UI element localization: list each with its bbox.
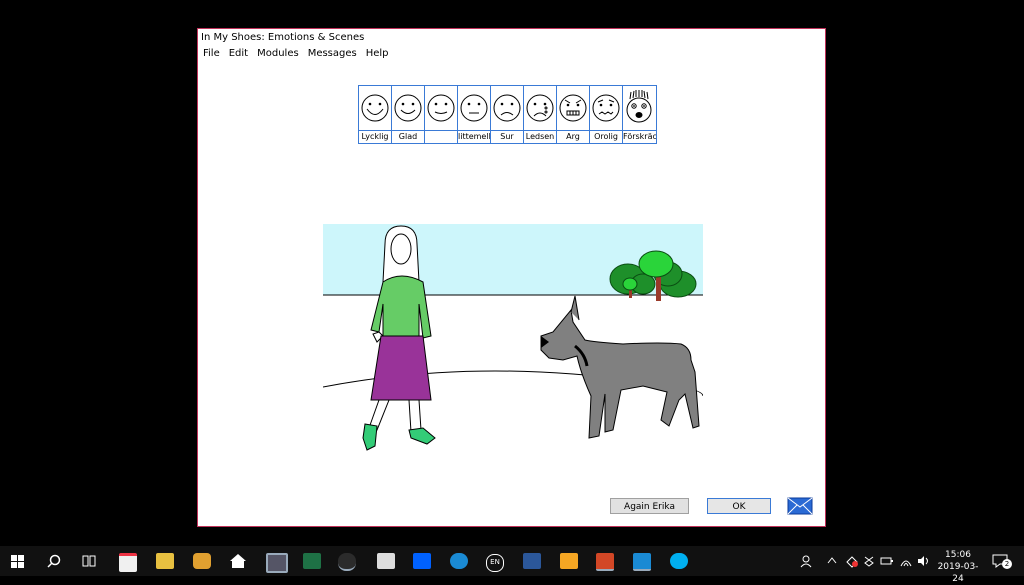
dropbox-tray-icon[interactable] — [862, 554, 876, 568]
scene-illustration — [323, 224, 703, 451]
worried-face-icon — [592, 94, 620, 122]
happy-face-icon — [394, 94, 422, 122]
language-badge[interactable]: EN — [486, 554, 504, 572]
edge-icon[interactable] — [633, 553, 651, 571]
emotion-lycklig[interactable]: Lycklig — [359, 86, 392, 143]
menu-messages[interactable]: Messages — [308, 48, 357, 59]
mail-icon[interactable] — [787, 497, 813, 515]
emotion-orolig[interactable]: Orolig — [590, 86, 623, 143]
very-happy-face-icon — [361, 94, 389, 122]
window-title: In My Shoes: Emotions & Scenes — [201, 32, 365, 43]
emotion-glad[interactable]: Glad — [392, 86, 425, 143]
neutral-face-icon — [460, 94, 488, 122]
emotion-forskrack[interactable]: Förskräck — [623, 86, 656, 143]
media-player-icon[interactable] — [560, 553, 578, 569]
emotion-content[interactable] — [425, 86, 458, 143]
menu-file[interactable]: File — [203, 48, 220, 59]
calculator-icon[interactable] — [377, 553, 395, 569]
clock-date: 2019-03-24 — [937, 562, 979, 584]
content-face-icon — [427, 94, 455, 122]
sync-app-icon[interactable] — [450, 553, 468, 569]
emotion-label: littemella — [458, 130, 490, 141]
menu-modules[interactable]: Modules — [257, 48, 299, 59]
emotion-label: Glad — [392, 130, 424, 143]
app-orange-icon[interactable] — [193, 553, 211, 569]
emotion-littemella[interactable]: littemella — [458, 86, 491, 143]
emotion-sur[interactable]: Sur — [491, 86, 524, 143]
dropbox-icon[interactable] — [413, 553, 431, 569]
word-icon[interactable] — [523, 553, 541, 569]
emotion-label: Sur — [491, 130, 523, 143]
ok-button[interactable]: OK — [707, 498, 771, 514]
emotion-label: Arg — [557, 130, 589, 143]
scared-face-icon — [626, 90, 652, 123]
sad-crying-face-icon — [526, 94, 554, 122]
search-icon[interactable] — [47, 554, 61, 568]
task-view-icon[interactable] — [82, 554, 96, 568]
emotion-label: Lycklig — [359, 130, 391, 143]
photo-app-icon[interactable] — [266, 553, 288, 573]
store-icon[interactable] — [119, 553, 137, 572]
people-icon[interactable] — [800, 554, 814, 568]
file-explorer-icon[interactable] — [156, 553, 174, 569]
emotion-selector: Lycklig Glad littemella — [358, 85, 657, 144]
app-window: In My Shoes: Emotions & Scenes File Edit… — [197, 28, 826, 527]
menu-help[interactable]: Help — [366, 48, 389, 59]
again-button[interactable]: Again Erika — [610, 498, 689, 514]
battery-icon[interactable] — [880, 554, 894, 568]
volume-icon[interactable] — [916, 554, 930, 568]
powerpoint-icon[interactable] — [596, 553, 614, 571]
emotion-arg[interactable]: Arg — [557, 86, 590, 143]
dog-figure — [540, 295, 700, 439]
clock-time: 15:06 — [945, 550, 971, 560]
menu-edit[interactable]: Edit — [229, 48, 248, 59]
sulky-face-icon — [493, 94, 521, 122]
excel-icon[interactable] — [303, 553, 321, 569]
windows-start-icon[interactable] — [11, 555, 24, 568]
home-icon[interactable] — [229, 553, 247, 569]
emotion-label: Ledsen — [524, 130, 556, 141]
tray-app-icon[interactable] — [845, 554, 859, 568]
taskbar: EN 15:06 2019-03-24 2 — [0, 546, 1024, 584]
menu-bar: File Edit Modules Messages Help — [203, 48, 389, 59]
notification-count-badge: 2 — [1002, 559, 1012, 569]
skype-icon[interactable] — [670, 553, 688, 569]
emotion-label: Orolig — [590, 130, 622, 143]
emotion-ledsen[interactable]: Ledsen — [524, 86, 557, 143]
in-my-shoes-icon[interactable] — [338, 553, 356, 571]
clock[interactable]: 15:06 2019-03-24 — [934, 549, 982, 585]
wifi-icon[interactable] — [899, 554, 913, 568]
emotion-label: Förskräck — [623, 130, 656, 143]
emotion-label — [425, 130, 457, 143]
chevron-up-icon[interactable] — [827, 556, 837, 564]
angry-face-icon — [559, 94, 587, 122]
